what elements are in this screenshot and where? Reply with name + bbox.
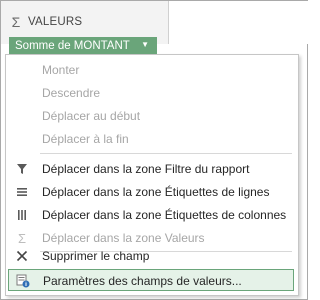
- filter-icon: [14, 161, 30, 177]
- values-field-label: Somme de MONTANT: [15, 39, 130, 52]
- rows-icon: [14, 184, 30, 200]
- context-menu: Monter Descendre Déplacer au début Dépla…: [5, 54, 299, 296]
- field-settings-icon: [15, 273, 31, 289]
- menu-item-label: Déplacer à la fin: [42, 132, 129, 146]
- menu-item-move-to-row-labels[interactable]: Déplacer dans la zone Étiquettes de lign…: [6, 181, 298, 203]
- menu-item-label: Monter: [42, 63, 80, 77]
- menu-item-move-to-report-filter[interactable]: Déplacer dans la zone Filtre du rapport: [6, 158, 298, 180]
- adjacent-area-pane: [168, 1, 308, 44]
- menu-item-label: Descendre: [42, 86, 101, 100]
- values-field-button[interactable]: Somme de MONTANT ▼: [9, 37, 157, 54]
- menu-item-label: Déplacer dans la zone Étiquettes de colo…: [42, 208, 287, 222]
- columns-icon: [14, 207, 30, 223]
- menu-item-move-to-beginning[interactable]: Déplacer au début: [6, 105, 298, 127]
- menu-item-label: Déplacer au début: [42, 109, 141, 123]
- menu-item-move-to-end[interactable]: Déplacer à la fin: [6, 128, 298, 150]
- sigma-icon: Σ: [11, 14, 21, 30]
- menu-item-value-field-settings[interactable]: Paramètres des champs de valeurs...: [8, 269, 294, 291]
- values-section-title: VALEURS: [28, 16, 83, 28]
- menu-item-move-down[interactable]: Descendre: [6, 82, 298, 104]
- chevron-down-icon[interactable]: ▼: [141, 41, 149, 49]
- menu-item-label: Paramètres des champs de valeurs...: [43, 274, 242, 288]
- menu-item-move-up[interactable]: Monter: [6, 59, 298, 81]
- sigma-icon: Σ: [17, 230, 27, 246]
- menu-separator: [40, 153, 292, 154]
- values-area-header: Σ VALEURS: [11, 14, 82, 30]
- menu-item-label: Déplacer dans la zone Étiquettes de lign…: [42, 185, 270, 199]
- menu-item-label: Supprimer le champ: [42, 249, 150, 263]
- remove-x-icon: [14, 248, 30, 264]
- menu-item-label: Déplacer dans la zone Filtre du rapport: [42, 162, 250, 176]
- menu-item-move-to-column-labels[interactable]: Déplacer dans la zone Étiquettes de colo…: [6, 204, 298, 226]
- menu-item-remove-field[interactable]: Supprimer le champ: [6, 245, 298, 267]
- menu-item-label: Déplacer dans la zone Valeurs: [42, 231, 205, 245]
